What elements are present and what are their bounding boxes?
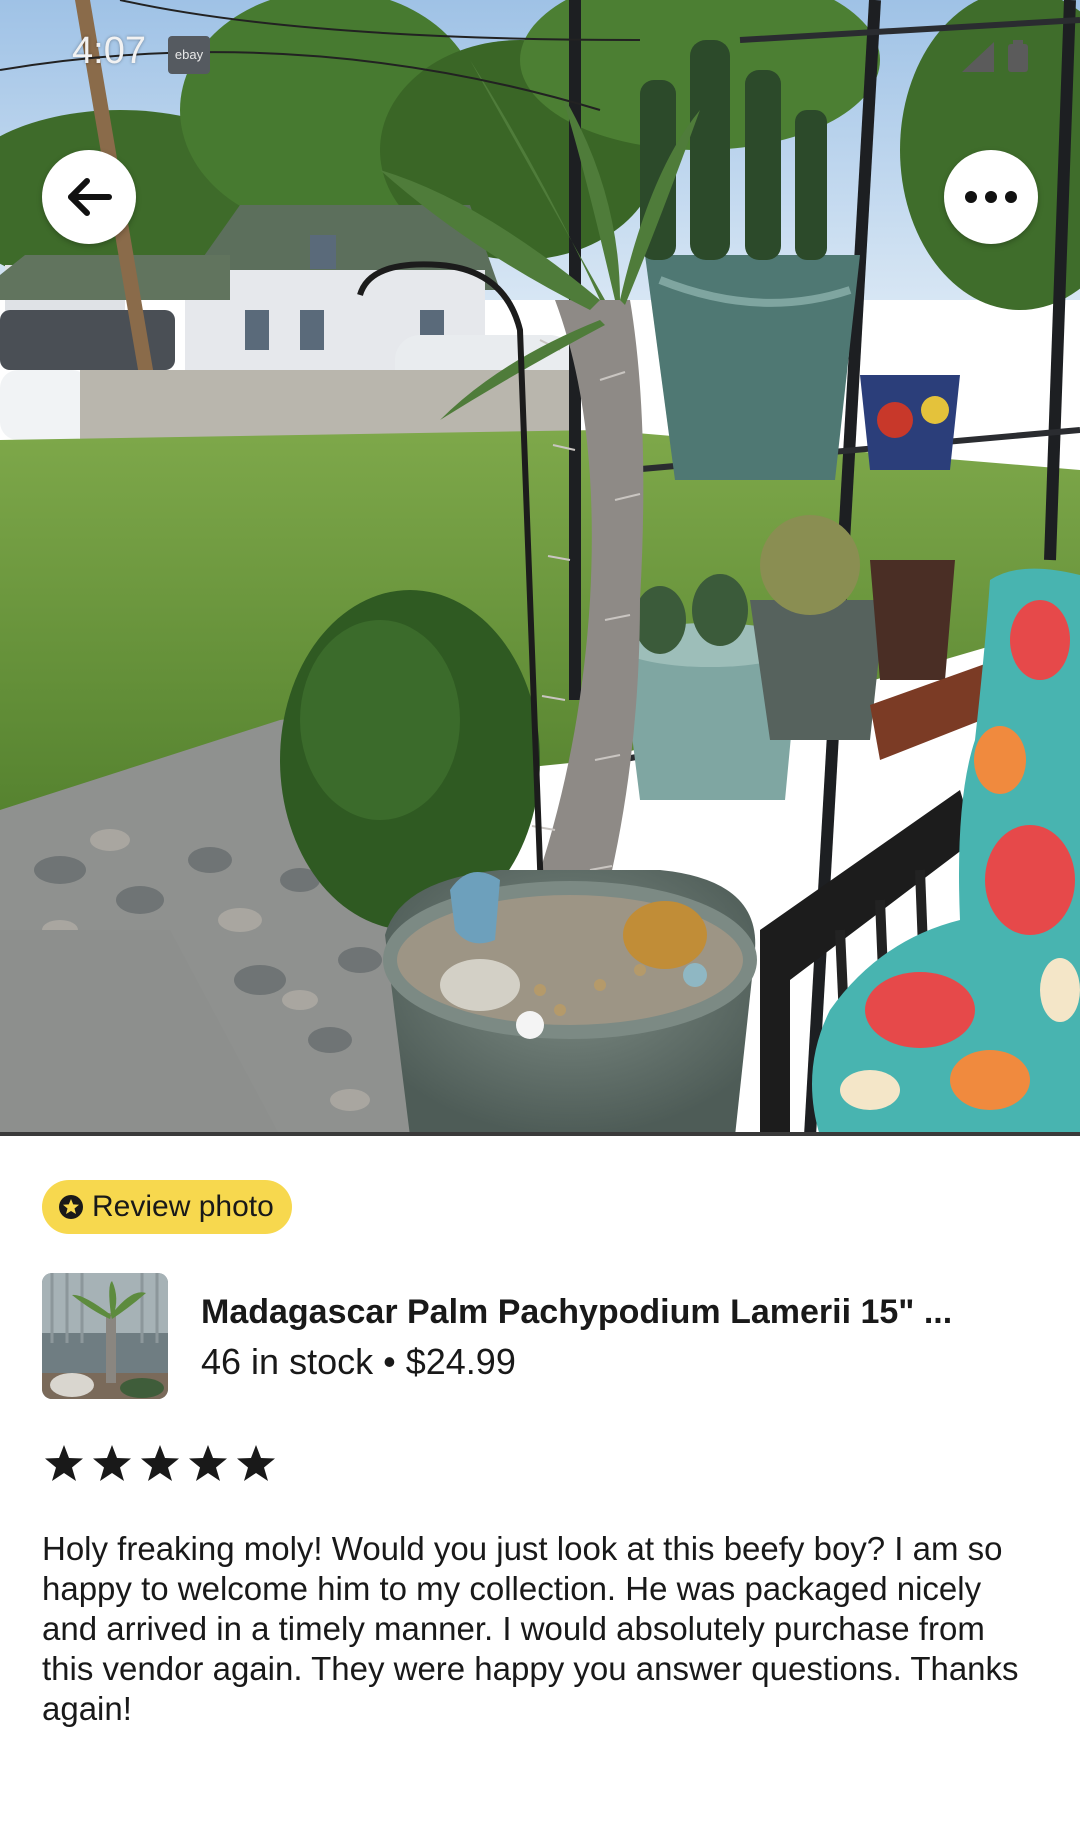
status-bar: 4:07 ebay [0,0,1080,110]
star-icon [189,1445,227,1481]
review-text: Holy freaking moly! Would you just look … [42,1530,1019,1727]
star-rating [44,1444,276,1482]
signal-icon [962,42,994,72]
more-horizontal-icon [965,191,1017,203]
product-thumbnail[interactable] [42,1273,168,1399]
more-options-button[interactable] [944,150,1038,244]
review-photo[interactable] [0,0,1080,1136]
signal-battery-icons [960,40,1040,79]
meta-separator: • [383,1341,396,1382]
arrow-left-icon [68,178,112,216]
back-button[interactable] [42,150,136,244]
product-meta: 46 in stock • $24.99 [201,1341,516,1383]
star-icon [93,1445,131,1481]
product-title[interactable]: Madagascar Palm Pachypodium Lamerii 15" … [201,1293,1031,1332]
star-icon [45,1445,83,1481]
product-price: $24.99 [405,1341,516,1382]
review-photo-badge: Review photo [42,1180,292,1234]
ebay-notification-icon: ebay [168,36,210,74]
star-badge-icon [59,1195,83,1219]
review-photo-label: Review photo [92,1190,274,1223]
product-summary[interactable]: Madagascar Palm Pachypodium Lamerii 15" … [42,1273,1042,1399]
battery-icon [1008,44,1028,72]
star-icon [141,1445,179,1481]
stock-count: 46 in stock [201,1341,374,1382]
star-icon [237,1445,275,1481]
status-time: 4:07 [72,30,146,72]
